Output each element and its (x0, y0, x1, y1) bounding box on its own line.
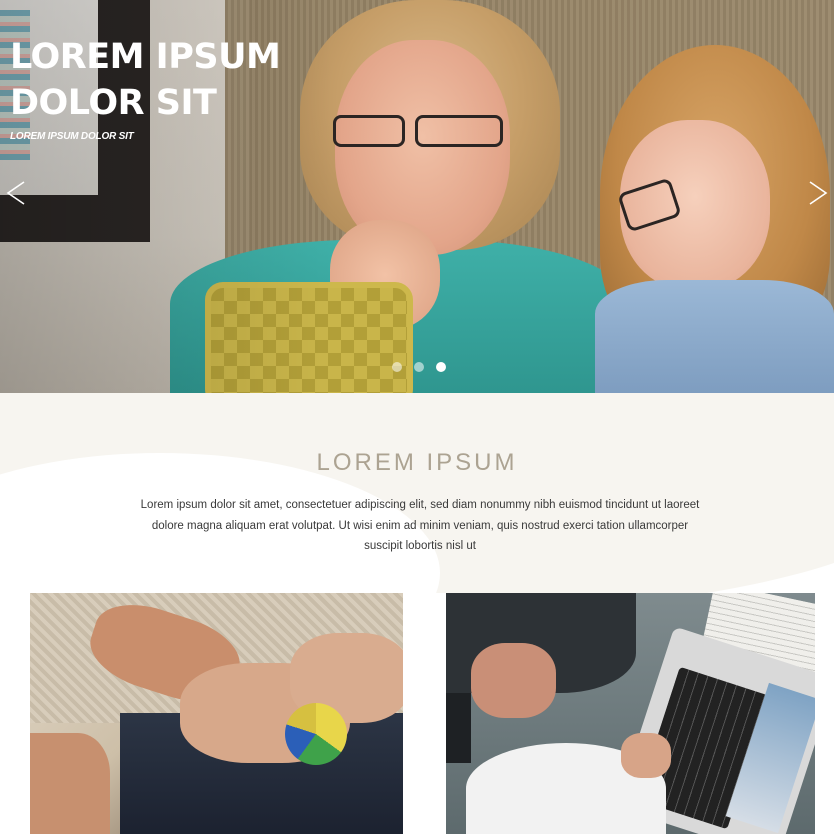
slider-dot-3[interactable] (436, 362, 446, 372)
intro-body: Lorem ipsum dolor sit amet, consectetuer… (140, 499, 700, 552)
chevron-left-icon (6, 181, 25, 205)
slider-dot-1[interactable] (392, 362, 402, 372)
hero-slider: LOREM IPSUM DOLOR SIT LOREM IPSUM DOLOR … (0, 0, 834, 393)
slider-next-button[interactable] (802, 178, 832, 208)
hero-title: LOREM IPSUM DOLOR SIT (10, 37, 281, 123)
slider-dot-2[interactable] (414, 362, 424, 372)
intro-title: LOREM IPSUM (316, 449, 518, 476)
photo-caregiver-hands (30, 593, 403, 834)
hero-subtitle: LOREM IPSUM DOLOR SIT (10, 131, 134, 142)
slider-pagination (392, 362, 446, 372)
slider-prev-button[interactable] (2, 178, 32, 208)
photo-stress-ball (285, 703, 347, 765)
intro-section: LOREM IPSUM Lorem ipsum dolor sit amet, … (0, 393, 834, 593)
chevron-right-icon (809, 181, 828, 205)
photo-doctor-consultation (446, 593, 815, 834)
